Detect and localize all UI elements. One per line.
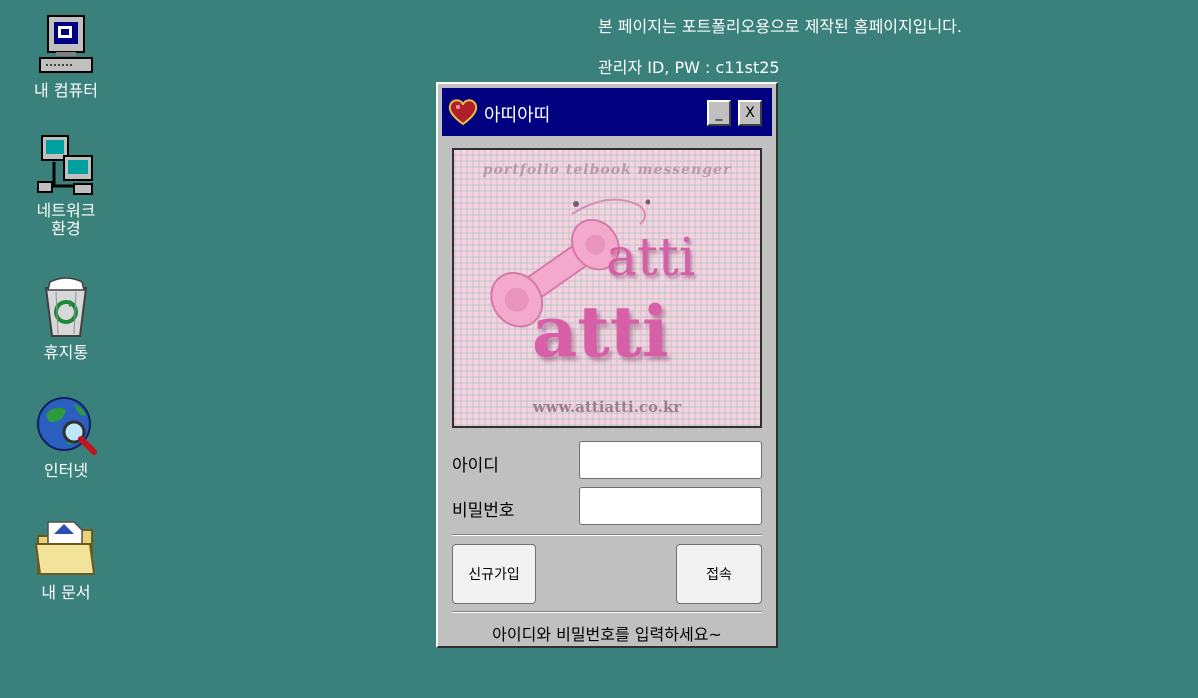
desktop-icon-label: 내 문서 — [41, 583, 91, 602]
status-message: 아이디와 비밀번호를 입력하세요~ — [492, 625, 722, 644]
internet-icon — [37, 397, 97, 455]
id-input[interactable] — [579, 441, 762, 479]
desktop-icon-recycle-bin[interactable]: 휴지통 — [22, 276, 110, 362]
login-button[interactable]: 접속 — [676, 544, 762, 604]
folder-icon — [34, 521, 96, 575]
signup-button[interactable]: 신규가입 — [452, 544, 536, 604]
divider — [452, 611, 762, 613]
logo-tagline: portfolio telbook messenger — [482, 162, 732, 178]
desktop-icon-network[interactable]: 네트워크 환경 — [22, 134, 110, 238]
window-title: 아띠아띠 — [484, 105, 551, 126]
desktop-icon-label: 휴지통 — [43, 343, 89, 362]
desktop-icon-internet[interactable]: 인터넷 — [22, 394, 110, 480]
recycle-bin-icon — [44, 277, 88, 337]
password-input[interactable] — [579, 487, 762, 525]
desktop-icon-label: 인터넷 — [43, 461, 89, 480]
close-button[interactable]: X — [738, 100, 762, 126]
desktop-icon-label: 내 컴퓨터 — [34, 81, 98, 100]
desktop-icon-label: 네트워크 환경 — [36, 201, 96, 238]
notice-line-1: 본 페이지는 포트폴리오용으로 제작된 홈페이지입니다. — [598, 17, 962, 36]
password-label: 비밀번호 — [452, 501, 515, 521]
window-titlebar[interactable]: 아띠아띠 _ X — [442, 88, 772, 136]
minimize-button[interactable]: _ — [707, 100, 731, 126]
desktop-icon-my-computer[interactable]: 내 컴퓨터 — [22, 14, 110, 100]
messenger-logo: portfolio telbook messenger atti atti ww… — [452, 148, 762, 428]
login-window: 아띠아띠 _ X portfolio telbook messenger att… — [436, 82, 778, 648]
logo-url: www.attiatti.co.kr — [532, 398, 682, 416]
logo-word-bottom: atti — [532, 290, 669, 373]
logo-word-top: atti — [606, 228, 696, 288]
network-icon — [37, 135, 93, 195]
heart-icon — [448, 99, 478, 126]
desktop-icon-my-documents[interactable]: 내 문서 — [22, 516, 110, 602]
divider — [452, 534, 762, 536]
id-label: 아이디 — [452, 456, 499, 476]
computer-icon — [39, 15, 93, 73]
notice-admin-credentials: 관리자 ID, PW : c11st25 — [598, 58, 780, 77]
